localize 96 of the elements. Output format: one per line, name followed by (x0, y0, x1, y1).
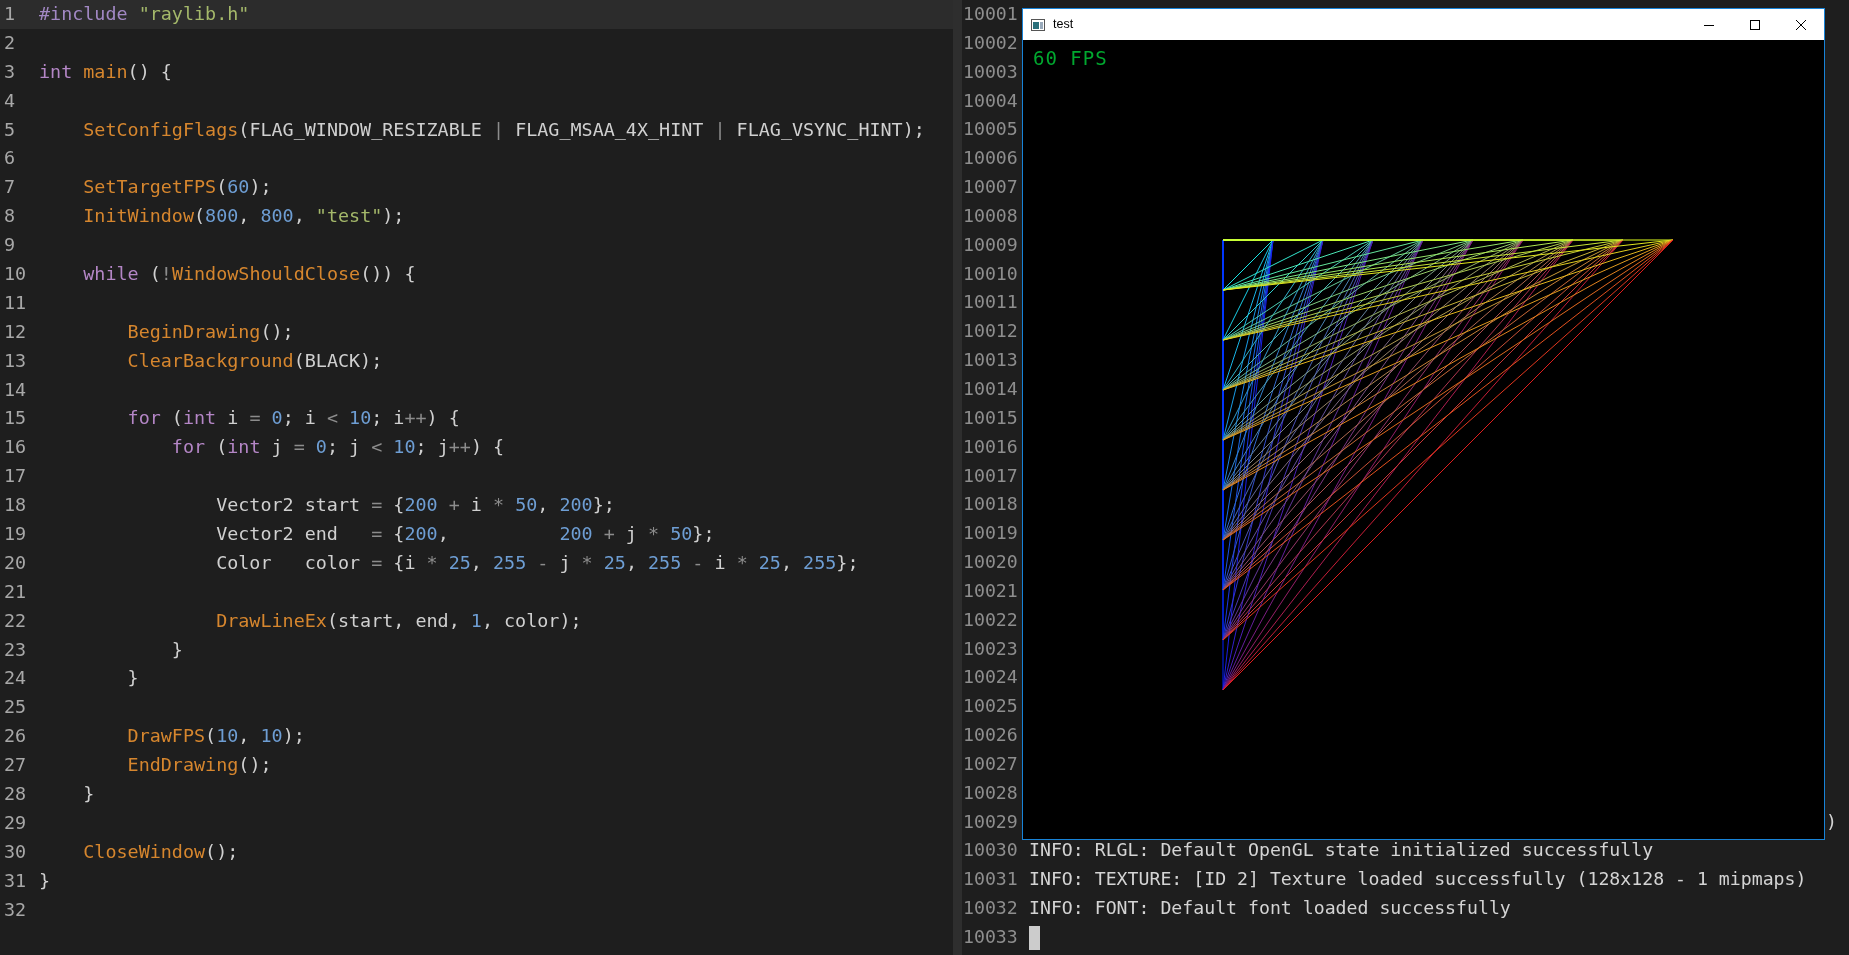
line-number: 10007 (962, 175, 1019, 200)
line-number: 10005 (962, 117, 1019, 142)
line-number: 10033 (962, 925, 1019, 949)
line-number: 10 (3, 262, 28, 286)
line-number: 2 (3, 30, 17, 55)
line-number: 10013 (962, 348, 1019, 373)
line-number: 10018 (962, 492, 1019, 517)
line-number: 10016 (962, 434, 1019, 459)
log-line: INFO: TEXTURE: [ID 2] Texture loaded successfully (128x128 - 1 mipmaps) (1029, 867, 1807, 892)
line-number: 25 (3, 695, 28, 720)
code-line: } (82, 782, 95, 807)
line-number: 30 (3, 839, 28, 864)
line-number: 10017 (962, 463, 1019, 488)
log-line: INFO: RLGL: Default OpenGL state initialized successfully (1029, 838, 1654, 863)
line-number: 10025 (962, 694, 1019, 719)
line-number: 10001 (962, 2, 1019, 26)
window-title: test (1053, 16, 1074, 34)
line-number: 10030 (962, 838, 1019, 863)
code-line: } (39, 868, 51, 893)
line-number: 10015 (962, 405, 1019, 430)
line-number: 10031 (962, 867, 1019, 892)
code-line: SetTargetFPS(60); (82, 175, 272, 200)
code-line: ClearBackground(BLACK); (126, 348, 383, 373)
line-number: 10004 (962, 88, 1019, 113)
line-number: 10006 (962, 146, 1019, 171)
line-number: 10029 (962, 809, 1019, 834)
line-number: 21 (3, 579, 28, 604)
code-line: Vector2 end = {200, 200 + j * 50}; (215, 522, 715, 547)
line-number: 10021 (962, 578, 1019, 603)
code-line: DrawFPS(10, 10); (126, 724, 305, 749)
close-icon (1796, 19, 1806, 30)
code-line: for (int i = 0; i < 10; i++) { (126, 406, 460, 431)
line-number: 10008 (962, 203, 1019, 228)
line-number: 10010 (962, 261, 1019, 286)
app-icon (1031, 18, 1045, 31)
line-number: 10024 (962, 665, 1019, 690)
line-number: 10020 (962, 550, 1019, 575)
line-number: 27 (3, 753, 28, 778)
code-line: int main() { (39, 59, 172, 84)
line-number: 29 (3, 810, 28, 835)
line-number: 28 (3, 782, 28, 807)
line-number: 11 (3, 290, 28, 315)
code-line: Vector2 start = {200 + i * 50, 200}; (215, 493, 615, 518)
line-number: 31 (3, 868, 28, 893)
code-line: } (170, 637, 183, 662)
code-line: InitWindow(800, 800, "test"); (82, 204, 405, 229)
line-number: 3 (3, 59, 17, 84)
line-number: 10009 (962, 232, 1019, 257)
code-line: CloseWindow(); (82, 839, 239, 864)
line-number: 10028 (962, 780, 1019, 805)
line-number: 5 (3, 117, 17, 142)
code-line: } (126, 666, 139, 691)
line-number: 14 (3, 377, 28, 402)
line-number: 4 (3, 88, 17, 113)
text-cursor (1029, 926, 1040, 950)
code-line: Color color = {i * 25, 255 - j * 25, 255 - i * 25, 255}; (215, 550, 859, 575)
line-number: 13 (3, 348, 28, 373)
line-number: 10003 (962, 59, 1019, 84)
line-number: 10022 (962, 607, 1019, 632)
log-line: INFO: FONT: Default font loaded successfully (1029, 896, 1511, 921)
code-line: EndDrawing(); (126, 753, 272, 778)
line-number: 6 (3, 146, 17, 171)
code-line: while (!WindowShouldClose()) { (82, 262, 416, 286)
code-line: #include "raylib.h" (39, 2, 250, 26)
line-number: 17 (3, 464, 28, 489)
line-number: 10023 (962, 636, 1019, 661)
line-number: 15 (3, 406, 28, 431)
fps-counter: 60 FPS (1033, 47, 1108, 69)
line-number: 8 (3, 204, 17, 229)
line-number: 12 (3, 319, 28, 344)
line-number: 19 (3, 522, 28, 547)
line-number: 9 (3, 233, 17, 258)
line-number: 22 (3, 608, 28, 633)
line-number: 1 (3, 2, 17, 26)
line-number: 24 (3, 666, 28, 691)
code-line: for (int j = 0; j < 10; j++) { (170, 435, 505, 460)
line-number: 26 (3, 724, 28, 749)
code-line: SetConfigFlags(FLAG_WINDOW_RESIZABLE | FLAG_MSAA_4X_HINT | FLAG_VSYNC_HINT); (82, 117, 925, 142)
line-number: 7 (3, 175, 17, 200)
line-number: 10026 (962, 723, 1019, 748)
line-number: 10012 (962, 319, 1019, 344)
maximize-icon (1750, 19, 1760, 30)
code-line: DrawLineEx(start, end, 1, color); (215, 608, 582, 633)
line-number: 10014 (962, 376, 1019, 401)
line-number: 20 (3, 550, 28, 575)
line-number: 10002 (962, 30, 1019, 55)
line-number: 10019 (962, 521, 1019, 546)
line-number: 10011 (962, 290, 1019, 315)
line-number: 32 (3, 897, 28, 922)
line-number: 10032 (962, 896, 1019, 921)
line-number: 10027 (962, 751, 1019, 776)
line-number: 16 (3, 435, 28, 460)
code-line: BeginDrawing(); (126, 319, 294, 344)
line-number: 23 (3, 637, 28, 662)
line-number: 18 (3, 493, 28, 518)
log-line-fragment: ) (1826, 809, 1837, 834)
